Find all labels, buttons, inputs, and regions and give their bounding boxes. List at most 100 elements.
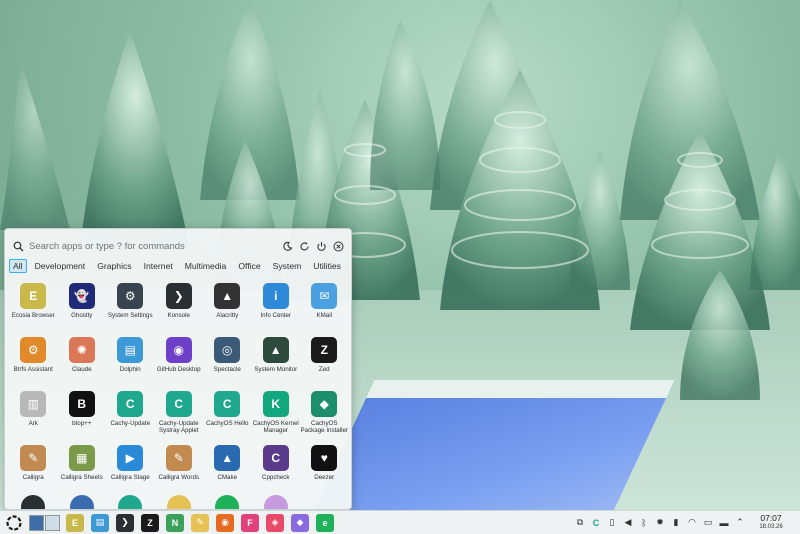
btrfs-icon: ⚙ [20,337,47,363]
app-launcher-item[interactable]: ▲ System Monitor [252,333,301,387]
app-launcher-item[interactable]: ✎ Calligra Words [155,441,204,495]
brightness-icon[interactable]: ✹ [655,517,666,528]
app-launcher-item[interactable]: C CachyOS Hello [203,387,252,441]
app-launcher-item[interactable]: ◆ CachyOS Package Installer [300,387,349,441]
app-label: Calligra Stage [110,474,150,481]
app-launcher-item[interactable]: ▦ Calligra Sheets [58,441,107,495]
partial-app-icon[interactable] [215,495,240,509]
cmake-icon: ▲ [214,445,241,471]
taskbar-zed-icon[interactable]: Z [141,513,159,532]
taskbar-keepass-icon[interactable]: ◈ [266,513,284,532]
app-label: Calligra Sheets [60,474,103,481]
app-launcher-item[interactable]: ✉ KMail [300,279,349,333]
alacritty-icon: ▲ [214,283,241,309]
app-launcher-item[interactable]: C Cachy-Update Systray Applet [155,387,204,441]
deezer-icon: ♥ [311,445,338,471]
app-launcher-item[interactable]: 👻 Ghostty [58,279,107,333]
taskbar-neovim-icon[interactable]: N [166,513,184,532]
restart-icon[interactable] [297,239,311,253]
desktop-1[interactable] [28,514,44,531]
zed-icon: Z [311,337,338,363]
wifi-icon[interactable]: ◠ [687,517,698,528]
clock[interactable]: 07:07 18.03.26 [748,513,794,532]
tab-graphics[interactable]: Graphics [93,259,135,273]
taskbar-konsole-icon[interactable]: ❯ [116,513,134,532]
cachy-update-tray-icon[interactable]: C [591,517,602,528]
power-icon[interactable] [314,239,328,253]
tab-system[interactable]: System [269,259,306,273]
app-launcher-item[interactable]: ✺ Claude [58,333,107,387]
partial-app-icon[interactable] [69,495,94,509]
partial-app-icon[interactable] [118,495,143,509]
clipboard-icon[interactable]: ▯ [607,517,618,528]
app-label: CachyOS Package Installer [300,420,348,434]
app-grid: E Ecosia Browser 👻 Ghostty ⚙ System Settings ❯… [9,279,349,495]
partial-app-icon[interactable] [166,495,191,509]
app-launcher-item[interactable]: K CachyOS Kernel Manager [252,387,301,441]
cachy-applet-icon: C [165,391,192,417]
battery-icon[interactable]: ▮ [671,517,682,528]
taskbar-ecosia-green-icon[interactable]: e [316,513,334,532]
app-launcher-item[interactable]: Bbtop++ [58,387,107,441]
app-launcher-item[interactable]: ⚙ System Settings [106,279,155,333]
tab-office[interactable]: Office [234,259,264,273]
app-label: Claude [71,366,92,373]
ghostty-icon: 👻 [68,283,95,309]
app-label: System Monitor [254,366,298,373]
partial-app-icon [312,495,336,509]
app-launcher-item[interactable]: C Cppcheck [252,441,301,495]
app-launcher-item[interactable]: C Cachy-Update [106,387,155,441]
taskbar-dolphin-icon[interactable]: ▤ [91,513,109,532]
taskbar-notes-icon[interactable]: ✎ [191,513,209,532]
partial-app-icon[interactable] [263,495,288,509]
tab-all[interactable]: All [9,259,27,273]
cachyos-hello-icon: C [214,391,241,417]
bluetooth-icon[interactable]: ᛒ [639,517,650,528]
application-launcher: All Development Graphics Internet Multim… [4,228,352,510]
tab-development[interactable]: Development [31,259,90,273]
taskbar-ecosia-icon[interactable]: E [66,513,84,532]
app-launcher-item[interactable]: ▤ Dolphin [106,333,155,387]
partial-app-icon[interactable] [21,495,46,509]
app-launcher-item[interactable]: ▲ Alacritty [203,279,252,333]
app-launcher-item[interactable]: ⚙ Btrfs Assistant [9,333,58,387]
battery-level-icon[interactable]: ▬ [719,517,730,528]
calligra-stage-icon: ▶ [117,445,144,471]
keyboard-icon[interactable]: ▭ [703,517,714,528]
app-launcher-item[interactable]: ▲ CMake [203,441,252,495]
sleep-icon[interactable] [280,239,294,253]
app-launcher-item[interactable]: ◎ Spectacle [203,333,252,387]
app-launcher-item[interactable]: E Ecosia Browser [9,279,58,333]
taskbar-proton-icon[interactable]: ◆ [291,513,309,532]
cppcheck-icon: C [262,445,289,471]
chevron-up-icon[interactable]: ⌃ [735,517,746,528]
virtual-desktop-pager[interactable] [28,514,61,531]
screenshot-icon[interactable]: ⧉ [575,517,586,528]
search-input[interactable] [25,239,277,253]
taskbar-firefox-icon[interactable]: ◉ [216,513,234,532]
system-tray: ⧉ C ▯ ◀ ᛒ ✹ ▮ ◠ ▭ ▬ ⌃ 07:07 18.03.26 [572,511,800,534]
tab-utilities[interactable]: Utilities [309,259,345,273]
package-installer-icon: ◆ [311,391,338,417]
app-launcher-item[interactable]: ▥ Ark [9,387,58,441]
app-label: Calligra Words [158,474,199,481]
app-label: Info Center [260,312,292,319]
ark-icon: ▥ [20,391,47,417]
kernel-manager-icon: K [262,391,289,417]
app-launcher-item[interactable]: Z Zed [300,333,349,387]
tab-multimedia[interactable]: Multimedia [181,259,231,273]
app-launcher-item[interactable]: ♥ Deezer [300,441,349,495]
desktop-2[interactable] [44,514,60,531]
app-launcher-item[interactable]: ▶ Calligra Stage [106,441,155,495]
app-launcher-item[interactable]: i Info Center [252,279,301,333]
app-launcher-item[interactable]: ❯ Konsole [155,279,204,333]
tab-internet[interactable]: Internet [140,259,177,273]
app-launcher-item[interactable]: ✎ Calligra [9,441,58,495]
volume-icon[interactable]: ◀ [623,517,634,528]
launcher-button[interactable] [5,514,23,532]
taskbar-jetbrains-icon[interactable]: F [241,513,259,532]
app-label: Cachy-Update Systray Applet [158,420,199,434]
app-launcher-item[interactable]: ◉ GitHub Desktop [155,333,204,387]
app-label: Spectacle [213,366,241,373]
close-icon[interactable] [331,239,345,253]
